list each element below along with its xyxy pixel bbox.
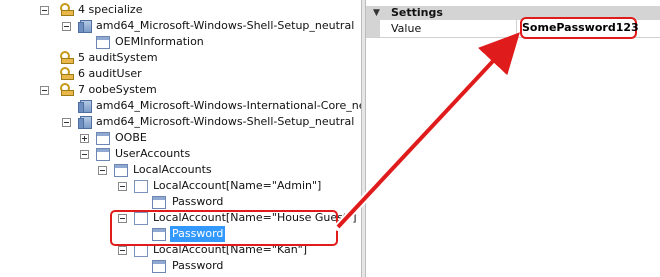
annotation-arrow — [334, 32, 520, 231]
